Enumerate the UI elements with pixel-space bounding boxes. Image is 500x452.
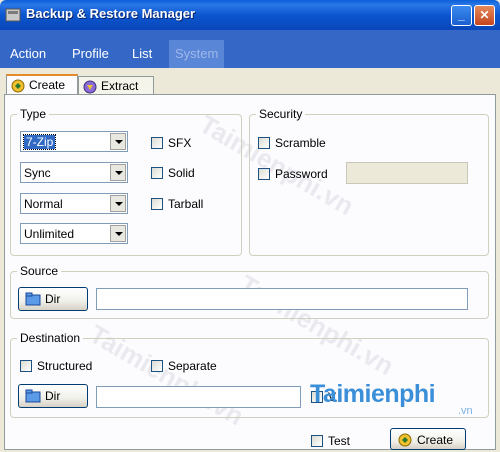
- password-checkbox-box[interactable]: [258, 168, 270, 180]
- type-group-title: Type: [17, 107, 50, 121]
- mode-select[interactable]: Sync: [20, 162, 128, 183]
- solid-checkbox[interactable]: Solid: [151, 165, 195, 181]
- menu-system[interactable]: System: [169, 40, 225, 68]
- title-bar: Backup & Restore Manager _ ✕: [0, 0, 500, 30]
- source-group-title: Source: [17, 264, 62, 278]
- scramble-label: Scramble: [275, 136, 326, 150]
- taimienphi-logo: Taimienphi: [310, 380, 436, 408]
- destination-path-input[interactable]: [96, 386, 301, 408]
- password-checkbox[interactable]: Password: [258, 166, 328, 182]
- app-icon: [5, 8, 21, 22]
- destination-dir-label: Dir: [45, 389, 61, 403]
- tab-extract-label: Extract: [101, 79, 139, 93]
- password-label: Password: [275, 167, 328, 181]
- source-dir-label: Dir: [45, 292, 61, 306]
- test-label: Test: [328, 434, 351, 448]
- tab-extract[interactable]: Extract: [78, 76, 154, 96]
- chevron-down-icon[interactable]: [110, 225, 126, 242]
- separate-checkbox-box[interactable]: [151, 360, 163, 372]
- taimienphi-logo-suffix: .vn: [458, 405, 473, 417]
- tab-create[interactable]: Create: [6, 74, 78, 96]
- menu-list[interactable]: List: [126, 40, 158, 68]
- source-path-input[interactable]: [96, 288, 468, 310]
- security-group-title: Security: [256, 107, 306, 121]
- sfx-checkbox[interactable]: SFX: [151, 135, 191, 151]
- sfx-checkbox-box[interactable]: [151, 137, 163, 149]
- split-select[interactable]: Unlimited: [20, 223, 128, 244]
- menu-bar: Action Profile List System: [0, 40, 500, 68]
- format-select-value: 7-Zip: [22, 134, 57, 150]
- mode-select-value: Sync: [24, 166, 51, 180]
- create-icon: [398, 433, 412, 447]
- folder-icon: [25, 292, 41, 306]
- format-select[interactable]: 7-Zip: [20, 131, 128, 152]
- solid-checkbox-box[interactable]: [151, 167, 163, 179]
- window-title: Backup & Restore Manager: [26, 6, 196, 21]
- compression-select[interactable]: Normal: [20, 193, 128, 214]
- menu-action[interactable]: Action: [4, 40, 52, 68]
- structured-checkbox-box[interactable]: [20, 360, 32, 372]
- tab-create-label: Create: [29, 78, 66, 92]
- chevron-down-icon[interactable]: [110, 195, 126, 212]
- menu-profile[interactable]: Profile: [66, 40, 115, 68]
- minimize-button[interactable]: _: [451, 5, 472, 26]
- test-checkbox-box[interactable]: [311, 435, 323, 447]
- password-input[interactable]: [346, 162, 468, 184]
- separate-checkbox[interactable]: Separate: [151, 358, 217, 374]
- chevron-down-icon[interactable]: [110, 133, 126, 150]
- extract-tab-icon: [83, 80, 97, 94]
- split-select-value: Unlimited: [24, 227, 75, 241]
- destination-group-title: Destination: [17, 331, 84, 345]
- compression-select-value: Normal: [24, 197, 63, 211]
- test-checkbox[interactable]: Test: [311, 433, 350, 449]
- tarball-checkbox[interactable]: Tarball: [151, 196, 203, 212]
- solid-label: Solid: [168, 166, 195, 180]
- scramble-checkbox[interactable]: Scramble: [258, 135, 326, 151]
- folder-icon: [25, 389, 41, 403]
- scramble-checkbox-box[interactable]: [258, 137, 270, 149]
- separate-label: Separate: [168, 359, 217, 373]
- create-button[interactable]: Create: [390, 428, 466, 450]
- tarball-label: Tarball: [168, 197, 204, 211]
- create-button-label: Create: [417, 433, 454, 447]
- sfx-label: SFX: [168, 136, 192, 150]
- close-button[interactable]: ✕: [474, 5, 495, 26]
- destination-dir-button[interactable]: Dir: [18, 384, 88, 408]
- structured-label: Structured: [37, 359, 93, 373]
- create-tab-icon: [11, 79, 25, 93]
- structured-checkbox[interactable]: Structured: [20, 358, 92, 374]
- tarball-checkbox-box[interactable]: [151, 198, 163, 210]
- source-dir-button[interactable]: Dir: [18, 287, 88, 311]
- chevron-down-icon[interactable]: [110, 164, 126, 181]
